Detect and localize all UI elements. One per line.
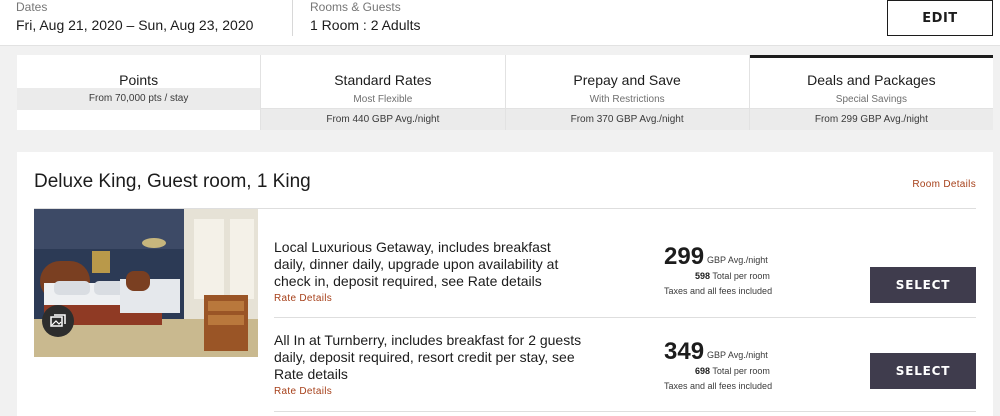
select-button[interactable]: SELECT bbox=[870, 353, 976, 389]
rate-row: All In at Turnberry, includes breakfast … bbox=[274, 318, 976, 412]
tab-price: From 299 GBP Avg./night bbox=[749, 108, 993, 130]
tab-title: Points bbox=[119, 72, 159, 88]
price-unit: GBP Avg./night bbox=[707, 255, 768, 265]
room-details-link[interactable]: Room Details bbox=[912, 179, 976, 190]
price-unit: GBP Avg./night bbox=[707, 350, 768, 360]
total-per-room: 698 Total per room bbox=[664, 366, 794, 376]
room-title: Deluxe King, Guest room, 1 King bbox=[34, 171, 311, 192]
rate-description: Local Luxurious Getaway, includes breakf… bbox=[274, 239, 559, 289]
price-amount: 349 bbox=[664, 338, 705, 365]
room-photo[interactable] bbox=[34, 209, 258, 357]
rooms-guests-summary: Rooms & Guests 1 Room : 2 Adults bbox=[310, 0, 421, 33]
tab-subtitle: Most Flexible bbox=[353, 94, 413, 105]
edit-button[interactable]: EDIT bbox=[887, 0, 993, 36]
taxes-note: Taxes and all fees included bbox=[664, 381, 773, 391]
price-block: 349 GBP Avg./night 698 Total per room Ta… bbox=[664, 338, 794, 392]
dates-value: Fri, Aug 21, 2020 – Sun, Aug 23, 2020 bbox=[16, 17, 254, 33]
search-summary-bar: Dates Fri, Aug 21, 2020 – Sun, Aug 23, 2… bbox=[0, 0, 1000, 46]
total-per-room: 598 Total per room bbox=[664, 271, 794, 281]
select-button[interactable]: SELECT bbox=[870, 267, 976, 303]
rate-details-link[interactable]: Rate Details bbox=[274, 293, 332, 304]
dates-summary: Dates Fri, Aug 21, 2020 – Sun, Aug 23, 2… bbox=[16, 0, 253, 33]
rate-details-link[interactable]: Rate Details bbox=[274, 386, 332, 397]
rate-row: Local Luxurious Getaway, includes breakf… bbox=[274, 209, 976, 318]
tab-title: Deals and Packages bbox=[807, 72, 936, 88]
rooms-guests-value: 1 Room : 2 Adults bbox=[310, 17, 421, 33]
taxes-note: Taxes and all fees included bbox=[664, 286, 773, 296]
gallery-icon[interactable] bbox=[42, 305, 74, 337]
rooms-guests-label: Rooms & Guests bbox=[310, 0, 401, 14]
tab-price: From 370 GBP Avg./night bbox=[505, 108, 749, 130]
tab-subtitle: From 70,000 pts / stay bbox=[17, 88, 261, 110]
room-photo-image bbox=[34, 209, 258, 357]
tab-subtitle: With Restrictions bbox=[589, 94, 665, 105]
tab-points[interactable]: Points From 70,000 pts / stay bbox=[17, 55, 262, 130]
tab-title: Prepay and Save bbox=[573, 72, 681, 88]
total-label: Total per room bbox=[712, 366, 770, 376]
dates-label: Dates bbox=[16, 0, 48, 14]
total-label: Total per room bbox=[712, 271, 770, 281]
tab-price: From 440 GBP Avg./night bbox=[261, 108, 505, 130]
room-card: Deluxe King, Guest room, 1 King Room Det… bbox=[17, 152, 993, 416]
rate-description: All In at Turnberry, includes breakfast … bbox=[274, 332, 582, 382]
tab-title: Standard Rates bbox=[334, 72, 432, 88]
rate-tabs: Points From 70,000 pts / stay Standard R… bbox=[17, 55, 993, 130]
tab-deals-and-packages[interactable]: Deals and Packages Special Savings From … bbox=[749, 55, 993, 130]
tab-standard-rates[interactable]: Standard Rates Most Flexible From 440 GB… bbox=[261, 55, 506, 130]
tab-subtitle: Special Savings bbox=[835, 94, 907, 105]
total-amount: 698 bbox=[695, 366, 711, 376]
price-block: 299 GBP Avg./night 598 Total per room Ta… bbox=[664, 243, 794, 297]
tab-prepay-and-save[interactable]: Prepay and Save With Restrictions From 3… bbox=[505, 55, 750, 130]
price-amount: 299 bbox=[664, 243, 705, 270]
divider bbox=[292, 0, 293, 36]
total-amount: 598 bbox=[695, 271, 711, 281]
